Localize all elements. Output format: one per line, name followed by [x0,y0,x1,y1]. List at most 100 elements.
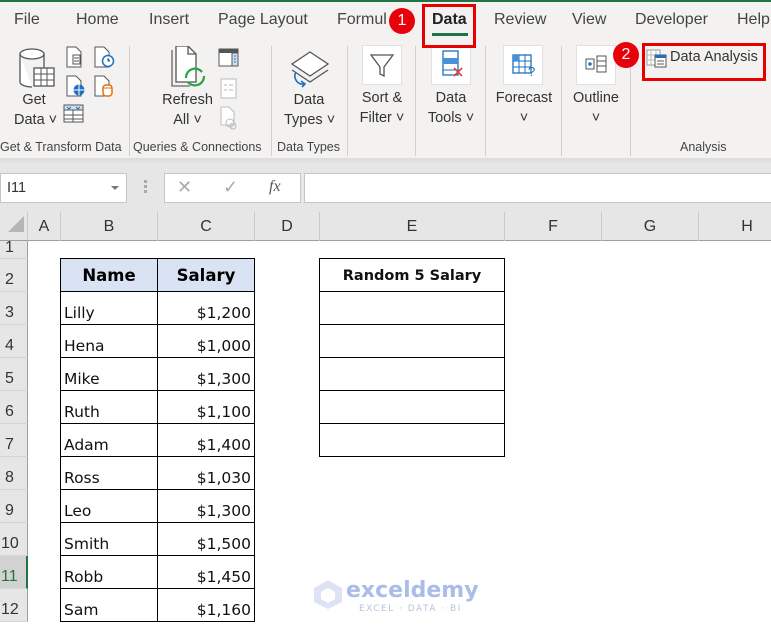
name-cell[interactable]: Mike [60,357,158,391]
name-cell[interactable]: Smith [60,522,158,556]
tab-file[interactable]: File [14,11,40,29]
exceldemy-logo-icon [314,580,342,609]
group-separator [485,46,486,156]
name-cell[interactable]: Adam [60,423,158,457]
name-cell[interactable]: Sam [60,588,158,622]
random-salary-cell[interactable] [319,357,505,391]
row-header-2[interactable]: 2 [0,259,28,292]
salary-cell[interactable]: $1,500 [157,522,255,556]
salary-cell[interactable]: $1,160 [157,588,255,622]
sort-filter-button[interactable]: Sort & Filter ˅ [355,88,409,128]
name-value: Robb [64,568,104,586]
name-box-dropdown-icon[interactable] [111,186,119,190]
forecast-label-2: ˅ [519,110,529,126]
salary-cell[interactable]: $1,300 [157,357,255,391]
excel-window: File Home Insert Page Layout Formul Data… [0,0,771,628]
row-header-9[interactable]: 9 [0,490,28,523]
data-types-label-2: Types ˅ [284,112,336,128]
salary-cell[interactable]: $1,450 [157,555,255,589]
name-cell[interactable]: Robb [60,555,158,589]
salary-cell[interactable]: $1,100 [157,390,255,424]
row-header-4[interactable]: 4 [0,325,28,358]
name-cell[interactable]: Hena [60,324,158,358]
row-header-7[interactable]: 7 [0,424,28,457]
outline-label-1: Outline [573,90,619,106]
data-types-icon[interactable] [288,50,332,90]
row-header-1[interactable]: 1 [0,240,28,259]
formula-input[interactable] [304,173,771,203]
row-header-10[interactable]: 10 [0,523,28,556]
row-header-11[interactable]: 11 [0,556,28,589]
from-web-icon[interactable] [65,75,87,97]
forecast-icon-box[interactable]: ? [503,45,543,85]
row-header-3[interactable]: 3 [0,292,28,325]
queries-connections-icon[interactable] [218,48,240,68]
get-data-label-1: Get [22,92,46,108]
salary-header-cell[interactable]: Salary [157,258,255,292]
random-salary-cell[interactable] [319,324,505,358]
salary-cell[interactable]: $1,030 [157,456,255,490]
tab-view[interactable]: View [572,11,606,29]
column-header-g[interactable]: G [602,212,699,241]
tab-page-layout[interactable]: Page Layout [218,11,308,29]
name-value: Ruth [64,403,100,421]
name-box[interactable]: I11 [0,173,127,203]
refresh-all-button[interactable]: Refresh All ˅ [160,90,215,130]
random-salary-cell[interactable] [319,291,505,325]
forecast-button[interactable]: Forecast ˅ [493,88,555,128]
salary-value: $1,400 [196,436,251,454]
tab-help[interactable]: Help [737,11,770,29]
random-salary-cell[interactable] [319,390,505,424]
from-text-icon[interactable] [65,46,85,68]
data-tools-button[interactable]: Data Tools ˅ [425,88,477,128]
row-header-8[interactable]: 8 [0,457,28,490]
watermark-tagline: EXCEL · DATA · BI [359,604,462,614]
cancel-icon[interactable]: ✕ [177,177,192,198]
from-table-icon[interactable] [63,104,85,124]
salary-cell[interactable]: $1,400 [157,423,255,457]
insert-function-icon[interactable]: fx [269,178,281,196]
salary-cell[interactable]: $1,300 [157,489,255,523]
column-header-c[interactable]: C [158,212,255,241]
salary-cell[interactable]: $1,000 [157,324,255,358]
database-icon[interactable] [18,48,58,94]
tab-insert[interactable]: Insert [149,11,189,29]
highlight-data-analysis [642,43,766,81]
tab-home[interactable]: Home [76,11,119,29]
existing-connections-icon[interactable] [93,75,115,97]
row-header-5[interactable]: 5 [0,358,28,391]
data-types-button[interactable]: Data Types ˅ [284,90,336,130]
column-header-a[interactable]: A [28,212,61,241]
random-salary-cell[interactable] [319,423,505,457]
name-cell[interactable]: Lilly [60,291,158,325]
sort-filter-icon-box[interactable] [362,45,402,85]
watermark-brand: exceldemy [346,578,479,603]
recent-sources-icon[interactable] [93,46,115,68]
row-header-12[interactable]: 12 [0,589,28,622]
salary-value: $1,500 [196,535,251,553]
formula-bar-grip-icon[interactable] [144,180,147,194]
name-cell[interactable]: Ruth [60,390,158,424]
tab-developer[interactable]: Developer [635,11,708,29]
refresh-all-icon[interactable] [170,46,210,92]
name-cell[interactable]: Leo [60,489,158,523]
tab-formulas[interactable]: Formul [337,11,387,29]
name-header-cell[interactable]: Name [60,258,158,292]
column-header-f[interactable]: F [505,212,602,241]
enter-icon[interactable]: ✓ [223,177,238,198]
row-header-6[interactable]: 6 [0,391,28,424]
column-header-b[interactable]: B [61,212,158,241]
tab-review[interactable]: Review [494,11,546,29]
random-salary-header-cell[interactable]: Random 5 Salary [319,258,505,292]
column-header-d[interactable]: D [255,212,320,241]
get-data-button[interactable]: Get Data ˅ [14,90,57,130]
ribbon-tabs: File Home Insert Page Layout Formul Data… [0,2,771,40]
data-tools-icon-box[interactable] [431,45,471,85]
outline-button[interactable]: Outline ˅ [568,88,624,128]
column-header-e[interactable]: E [320,212,505,241]
data-types-label-1: Data [293,92,325,108]
salary-cell[interactable]: $1,200 [157,291,255,325]
outline-icon-box[interactable] [576,45,616,85]
column-header-h[interactable]: H [699,212,771,241]
name-cell[interactable]: Ross [60,456,158,490]
